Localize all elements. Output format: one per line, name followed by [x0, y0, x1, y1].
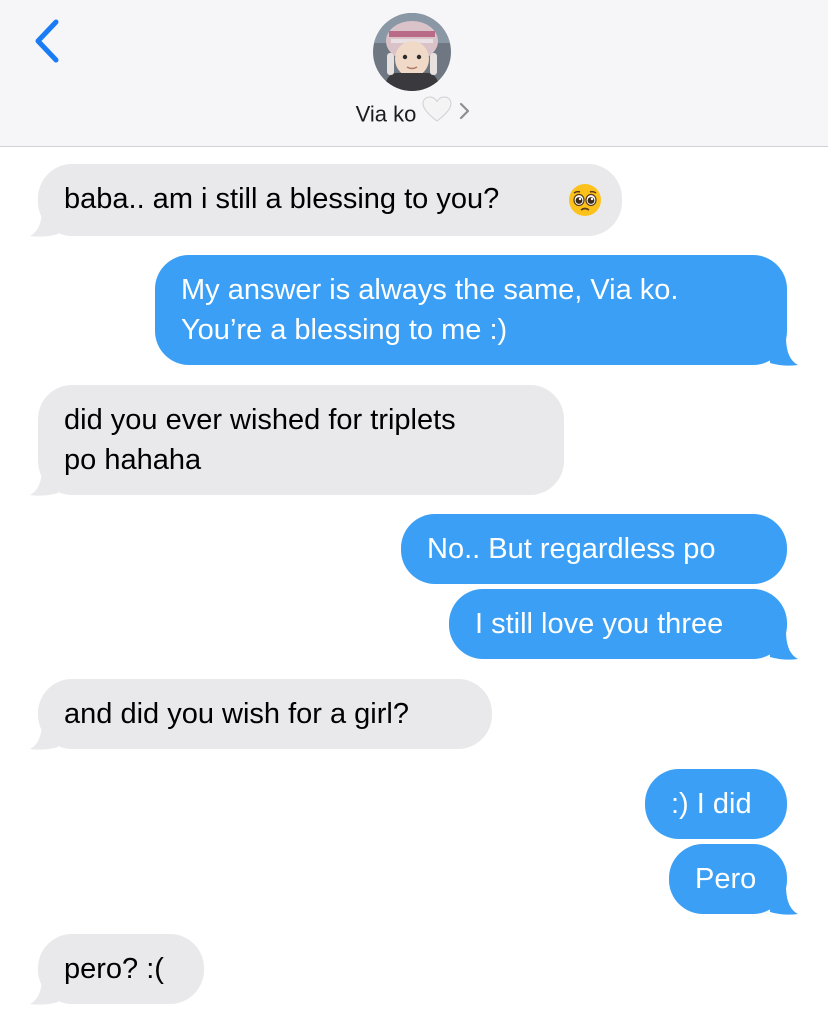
pleading-face-emoji-icon [568, 183, 602, 228]
bubble-tail [30, 721, 58, 750]
message-text: Pero [695, 863, 757, 895]
white-heart-icon [422, 96, 452, 131]
back-button[interactable] [30, 18, 70, 64]
bubble-tail [30, 208, 58, 237]
bubble-tail [770, 337, 798, 366]
chevron-right-icon [458, 98, 472, 130]
message-text-line: did you ever wished for triplets [64, 404, 456, 436]
message-bubble-incoming[interactable]: baba.. am i still a blessing to you? [38, 164, 622, 236]
message-text-line: My answer is always the same, Via ko. [181, 274, 679, 306]
message-bubble-outgoing[interactable]: :) I did [645, 769, 787, 839]
message-bubble-outgoing[interactable]: No.. But regardless po [401, 514, 787, 584]
conversation-header: Via ko [0, 0, 828, 147]
message-bubble-outgoing[interactable]: My answer is always the same, Via ko. Yo… [155, 255, 787, 365]
message-text: baba.. am i still a blessing to you? [64, 183, 500, 215]
message-text-line: You’re a blessing to me :) [181, 314, 508, 346]
message-text: No.. But regardless po [427, 533, 716, 565]
contact-name: Via ko [355, 101, 417, 127]
bubble-tail [30, 467, 58, 496]
message-text: :) I did [671, 788, 752, 820]
contact-avatar[interactable] [373, 13, 451, 91]
message-text: I still love you three [475, 608, 724, 640]
message-bubble-incoming[interactable]: did you ever wished for triplets po haha… [38, 385, 564, 495]
chevron-left-icon [35, 19, 59, 63]
bubble-tail [770, 886, 798, 915]
bubble-tail [30, 976, 58, 1005]
message-bubble-incoming[interactable]: pero? :( [38, 934, 204, 1004]
message-bubble-outgoing[interactable]: I still love you three [449, 589, 787, 659]
bubble-tail [770, 631, 798, 660]
contact-name-button[interactable]: Via ko [0, 96, 828, 128]
message-bubble-incoming[interactable]: and did you wish for a girl? [38, 679, 492, 749]
message-text-line: po hahaha [64, 444, 202, 476]
message-text: pero? :( [64, 953, 164, 985]
message-text: and did you wish for a girl? [64, 698, 409, 730]
